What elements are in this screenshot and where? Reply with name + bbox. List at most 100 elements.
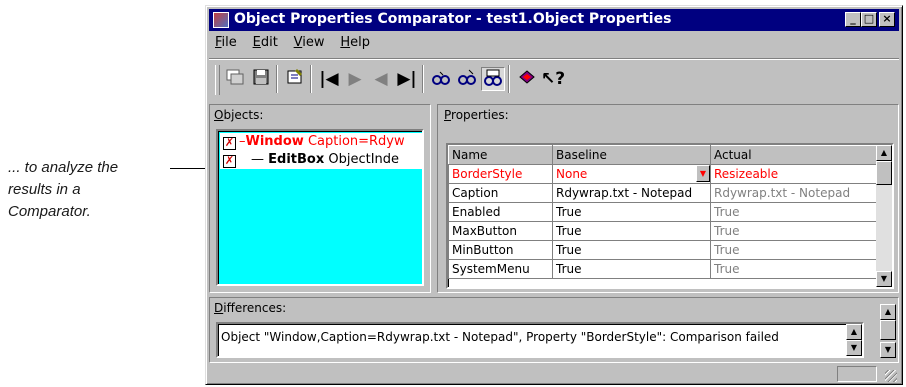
mismatch-check-icon[interactable]: ✗ <box>223 155 236 168</box>
scroll-down-arrow-icon[interactable]: ▼ <box>846 340 862 356</box>
property-name: BorderStyle <box>448 164 553 184</box>
menu-view-accel: V <box>293 35 303 50</box>
toolbar-separator <box>508 65 510 93</box>
last-icon[interactable]: ▶| <box>395 67 419 91</box>
table-row[interactable]: MaxButton True True <box>448 221 877 241</box>
menu-edit[interactable]: Edit <box>247 33 284 52</box>
minimize-button[interactable]: _ <box>845 12 861 27</box>
previous-icon[interactable]: ◀ <box>369 67 393 91</box>
properties-label-accel: P <box>444 108 452 122</box>
comparator-window: Object Properties Comparator - test1.Obj… <box>205 5 903 385</box>
baseline-value: True <box>552 202 711 222</box>
differences-label-text: ifferences: <box>223 301 287 315</box>
baseline-value: None <box>556 167 588 181</box>
baseline-combo[interactable]: None ▼ <box>552 164 711 184</box>
property-name: SystemMenu <box>448 259 553 279</box>
tree-item-window[interactable]: ✗ –Window Caption=Rdyw <box>220 133 422 151</box>
table-row[interactable]: MinButton True True <box>448 240 877 260</box>
actual-value: True <box>710 240 877 260</box>
differences-box[interactable]: Object "Window,Caption=Rdywrap.txt - Not… <box>216 322 864 358</box>
table-row[interactable]: Enabled True True <box>448 202 877 222</box>
scroll-thumb[interactable] <box>876 161 892 185</box>
scroll-down-arrow-icon[interactable]: ▼ <box>876 271 892 287</box>
help-pointer-icon[interactable]: ↖? <box>541 67 565 91</box>
property-name: Enabled <box>448 202 553 222</box>
app-icon[interactable] <box>213 12 229 28</box>
column-header-name[interactable]: Name <box>448 145 553 165</box>
scroll-down-arrow-icon[interactable]: ▼ <box>880 342 896 358</box>
scroll-up-arrow-icon[interactable]: ▲ <box>846 324 862 340</box>
menu-help[interactable]: Help <box>334 33 376 52</box>
column-header-baseline[interactable]: Baseline <box>552 145 711 165</box>
menu-help-accel: H <box>340 35 351 50</box>
baseline-value: True <box>552 240 711 260</box>
dropdown-arrow-icon[interactable]: ▼ <box>696 165 710 182</box>
toolbar-separator <box>276 65 278 93</box>
table-row[interactable]: BorderStyle None ▼ Resizeable <box>448 164 877 184</box>
window-title: Object Properties Comparator - test1.Obj… <box>234 11 672 27</box>
compare-icon[interactable] <box>429 67 453 91</box>
close-button[interactable]: × <box>879 12 895 27</box>
scroll-thumb[interactable] <box>880 320 896 340</box>
objects-panel: Objects: ✗ –Window Caption=Rdyw ✗ — EditBo… <box>209 104 431 293</box>
objects-label: Objects: <box>214 108 263 122</box>
baseline-value: Rdywrap.txt - Notepad <box>552 183 711 203</box>
tree-item-detail: ObjectInde <box>328 152 400 167</box>
scroll-up-arrow-icon[interactable]: ▲ <box>880 304 896 320</box>
baseline-value: True <box>552 259 711 279</box>
scroll-up-arrow-icon[interactable]: ▲ <box>876 145 892 161</box>
window-compare-icon[interactable] <box>223 67 247 91</box>
differences-label: Differences: <box>214 301 286 315</box>
objects-label-text: bjects: <box>223 108 264 122</box>
menu-file[interactable]: File <box>209 33 243 52</box>
toolbar-grip[interactable] <box>215 65 220 95</box>
save-icon[interactable] <box>249 67 273 91</box>
actual-value: True <box>710 221 877 241</box>
objects-tree[interactable]: ✗ –Window Caption=Rdyw ✗ — EditBox ObjectI… <box>216 129 424 286</box>
menu-view[interactable]: View <box>288 33 331 52</box>
toolbar-separator <box>310 65 312 93</box>
tree-item-type: EditBox <box>268 152 325 167</box>
first-icon[interactable]: |◀ <box>317 67 341 91</box>
properties-panel: Properties: Name Baseline Actual BorderS… <box>437 104 899 293</box>
menu-file-label: ile <box>221 35 237 50</box>
resize-grip-icon[interactable] <box>885 370 897 382</box>
menu-view-label: iew <box>302 35 325 50</box>
tree-item-type: Window <box>245 134 304 149</box>
menu-edit-label: dit <box>260 35 278 50</box>
actual-value: Rdywrap.txt - Notepad <box>710 183 877 203</box>
title-bar[interactable]: Object Properties Comparator - test1.Obj… <box>209 9 899 31</box>
differences-inner-scrollbar[interactable]: ▲ ▼ <box>846 324 862 356</box>
mismatch-check-icon[interactable]: ✗ <box>223 137 236 150</box>
properties-header-row: Name Baseline Actual <box>448 145 877 165</box>
property-name: MaxButton <box>448 221 553 241</box>
table-row[interactable]: SystemMenu True True <box>448 259 877 279</box>
menu-edit-accel: E <box>252 35 261 50</box>
compare-all-icon[interactable] <box>455 67 479 91</box>
maximize-button[interactable]: □ <box>861 12 877 27</box>
actual-value: True <box>710 259 877 279</box>
table-row[interactable]: Caption Rdywrap.txt - Notepad Rdywrap.tx… <box>448 183 877 203</box>
menu-help-label: elp <box>350 35 370 50</box>
properties-label-text: roperties: <box>451 108 509 122</box>
next-icon[interactable]: ▶ <box>343 67 367 91</box>
properties-scrollbar[interactable]: ▲ ▼ <box>876 145 892 287</box>
actual-value: Resizeable <box>710 164 877 184</box>
properties-icon[interactable] <box>283 67 307 91</box>
compare-toggle-icon[interactable] <box>481 67 505 91</box>
callout-line-2: results in a <box>8 181 81 198</box>
tree-item-editbox[interactable]: ✗ — EditBox ObjectInde <box>220 151 422 169</box>
actual-value: True <box>710 202 877 222</box>
differences-text: Object "Window,Caption=Rdywrap.txt - Not… <box>221 330 779 344</box>
status-pane <box>837 366 877 382</box>
callout-text: ... to analyze the results in a Comparat… <box>8 157 178 223</box>
properties-grid[interactable]: Name Baseline Actual BorderStyle None ▼ … <box>446 143 894 289</box>
book-icon[interactable] <box>515 67 539 91</box>
toolbar: |◀ ▶ ◀ ▶| ↖? <box>209 58 899 98</box>
differences-scrollbar[interactable]: ▲ ▼ <box>880 298 896 362</box>
differences-label-accel: D <box>214 301 224 315</box>
column-header-actual[interactable]: Actual <box>710 145 877 165</box>
property-name: Caption <box>448 183 553 203</box>
baseline-value: True <box>552 221 711 241</box>
callout-line-1: ... to analyze the <box>8 159 119 176</box>
